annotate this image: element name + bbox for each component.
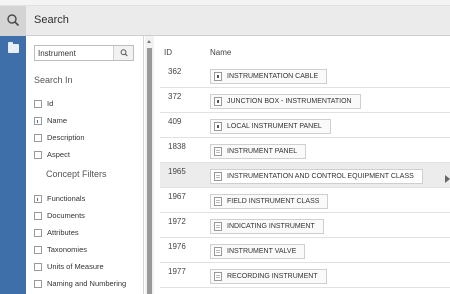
checkbox-label: Naming and Numbering <box>47 279 127 288</box>
document-icon <box>214 197 222 206</box>
search-icon <box>7 14 20 27</box>
table-row[interactable]: 1976 INSTRUMENT VALVE <box>160 238 450 263</box>
results-table: ID Name 362 INSTRUMENTATION CABLE 372 JU… <box>154 36 450 294</box>
concept-icon <box>214 97 222 106</box>
checkbox-label: Taxonomies <box>47 245 88 254</box>
checkbox[interactable] <box>34 117 42 125</box>
row-id: 1976 <box>168 242 186 251</box>
checkbox-label: Attributes <box>47 228 79 237</box>
checkbox[interactable] <box>34 229 42 237</box>
checkbox-label: Documents <box>47 211 85 220</box>
panel-scrollbar[interactable] <box>145 36 154 294</box>
document-icon <box>214 147 222 156</box>
checkbox-label: Description <box>47 133 85 142</box>
row-name-chip[interactable]: INSTRUMENT VALVE <box>210 244 306 259</box>
row-name-chip[interactable]: JUNCTION BOX - INSTRUMENTATION <box>210 94 361 109</box>
concept-icon <box>214 122 222 131</box>
table-row[interactable]: 409 LOCAL INSTRUMENT PANEL <box>160 113 450 138</box>
table-row[interactable]: 362 INSTRUMENTATION CABLE <box>160 63 450 88</box>
checkbox[interactable] <box>34 195 42 203</box>
row-name-chip[interactable]: INSTRUMENTATION AND CONTROL EQUIPMENT CL… <box>210 169 423 184</box>
search-icon-button[interactable] <box>0 6 26 36</box>
table-row[interactable]: 1838 INSTRUMENT PANEL <box>160 138 450 163</box>
row-name: INSTRUMENT PANEL <box>227 148 298 155</box>
row-id: 372 <box>168 92 182 101</box>
document-icon <box>214 222 222 231</box>
row-name-chip[interactable]: INSTRUMENT PANEL <box>210 144 307 159</box>
row-name: LOCAL INSTRUMENT PANEL <box>227 123 322 130</box>
row-name: RECORDING INSTRUMENT <box>227 273 318 280</box>
concept-filters-heading: Concept Filters <box>46 169 107 179</box>
row-id: 362 <box>168 67 182 76</box>
concept-icon <box>214 72 222 81</box>
row-name: INDICATING INSTRUMENT <box>227 223 315 230</box>
document-icon <box>214 247 222 256</box>
row-id: 409 <box>168 117 182 126</box>
filter-search-box <box>34 45 134 61</box>
checkbox[interactable] <box>34 100 42 108</box>
checkbox[interactable] <box>34 212 42 220</box>
document-icon <box>214 272 222 281</box>
checkbox-label: Functionals <box>47 194 86 203</box>
left-nav-bar <box>0 36 26 294</box>
row-name-chip[interactable]: RECORDING INSTRUMENT <box>210 269 327 284</box>
table-row[interactable]: 1977 RECORDING INSTRUMENT <box>160 263 450 288</box>
column-header-name[interactable]: Name <box>210 48 231 57</box>
mouse-cursor-icon <box>445 175 450 183</box>
checkbox-label: Id <box>47 99 54 108</box>
row-id: 1965 <box>168 167 186 176</box>
row-id: 1967 <box>168 192 186 201</box>
filter-search-button[interactable] <box>113 46 133 60</box>
row-name: FIELD INSTRUMENT CLASS <box>227 198 320 205</box>
checkbox[interactable] <box>34 134 42 142</box>
checkbox[interactable] <box>34 280 42 288</box>
scrollbar-thumb[interactable] <box>147 48 152 294</box>
checkbox[interactable] <box>34 151 42 159</box>
checkbox-label: Aspect <box>47 150 70 159</box>
folder-icon[interactable] <box>8 42 19 53</box>
search-icon <box>120 49 128 57</box>
header-bar: Search <box>0 6 450 36</box>
row-name: INSTRUMENTATION AND CONTROL EQUIPMENT CL… <box>227 173 414 180</box>
row-id: 1838 <box>168 142 186 151</box>
checkbox[interactable] <box>34 246 42 254</box>
row-id: 1977 <box>168 267 186 276</box>
filter-panel: Search In Id Name Description Aspect Con… <box>26 36 144 294</box>
column-header-id[interactable]: ID <box>164 48 172 57</box>
table-row[interactable]: 1972 INDICATING INSTRUMENT <box>160 213 450 238</box>
checkbox-label: Name <box>47 116 68 125</box>
search-in-heading: Search In <box>34 75 73 85</box>
table-row[interactable]: 1967 FIELD INSTRUMENT CLASS <box>160 188 450 213</box>
scroll-up-arrow-icon[interactable] <box>147 40 151 43</box>
row-name-chip[interactable]: FIELD INSTRUMENT CLASS <box>210 194 329 209</box>
row-name-chip[interactable]: LOCAL INSTRUMENT PANEL <box>210 119 331 134</box>
table-row[interactable]: 372 JUNCTION BOX - INSTRUMENTATION <box>160 88 450 113</box>
row-name: JUNCTION BOX - INSTRUMENTATION <box>227 98 352 105</box>
checkbox[interactable] <box>34 263 42 271</box>
table-row-highlighted[interactable]: 1965 INSTRUMENTATION AND CONTROL EQUIPME… <box>160 163 450 188</box>
row-name-chip[interactable]: INSTRUMENTATION CABLE <box>210 69 328 84</box>
checkbox-label: Units of Measure <box>47 262 104 271</box>
page-title: Search <box>34 14 69 26</box>
row-name-chip[interactable]: INDICATING INSTRUMENT <box>210 219 324 234</box>
filter-search-input[interactable] <box>35 46 115 60</box>
row-name: INSTRUMENT VALVE <box>227 248 297 255</box>
document-icon <box>214 172 222 181</box>
row-id: 1972 <box>168 217 186 226</box>
row-name: INSTRUMENTATION CABLE <box>227 73 319 80</box>
